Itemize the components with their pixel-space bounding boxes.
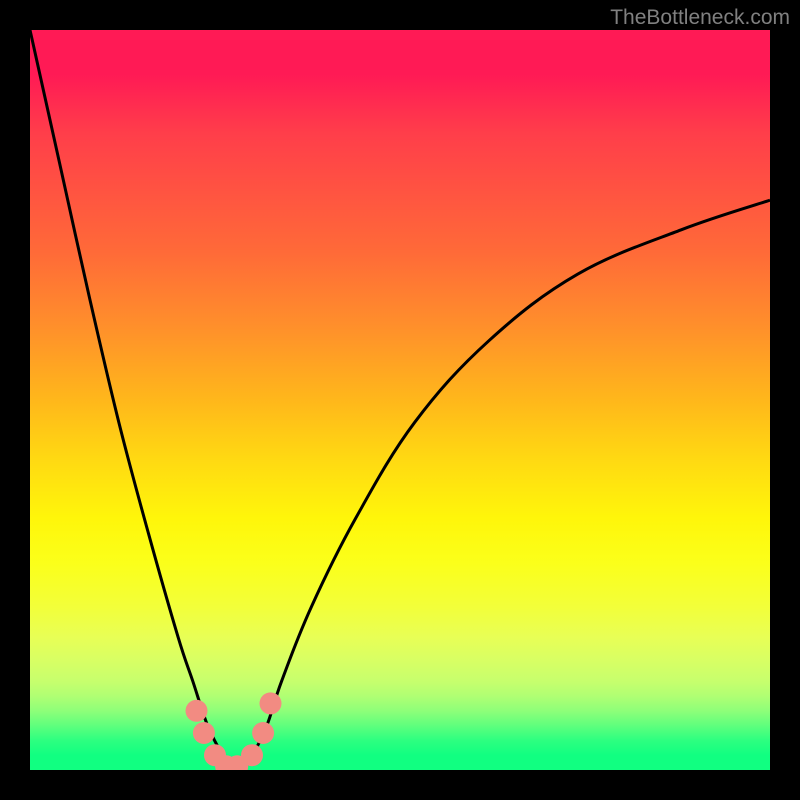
plot-area [30, 30, 770, 770]
curve-marker [252, 722, 274, 744]
watermark-text: TheBottleneck.com [610, 6, 790, 30]
curve-marker [260, 692, 282, 714]
curve-marker [241, 744, 263, 766]
bottleneck-curve [30, 30, 770, 770]
chart-svg [30, 30, 770, 770]
marker-group [186, 692, 282, 770]
curve-marker [193, 722, 215, 744]
curve-group [30, 30, 770, 770]
curve-marker [186, 700, 208, 722]
